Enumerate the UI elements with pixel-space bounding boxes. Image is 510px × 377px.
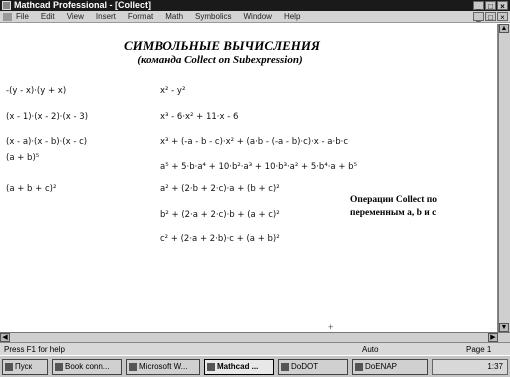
menu-insert[interactable]: Insert [96,11,116,22]
taskbar-item-dodot[interactable]: DoDOT [278,359,348,375]
menu-math[interactable]: Math [165,11,183,22]
title-bar: Mathcad Professional - [Collect] _ □ × [0,0,510,11]
expression-left-4[interactable]: (a + b)⁵ [6,153,39,163]
crosshair-cursor-icon: + [328,322,334,332]
clock: 1:37 [487,362,503,371]
expression-left-2[interactable]: (x - 1)·(x - 2)·(x - 3) [6,112,88,122]
maximize-button[interactable]: □ [485,1,496,11]
expression-left-5[interactable]: (a + b + c)² [6,184,56,194]
word-icon [129,363,137,371]
document-icon [355,363,363,371]
window-title: Mathcad Professional - [Collect] [14,0,152,10]
collect-note: Операции Collect по переменным a, b и c [350,195,437,218]
vertical-scrollbar[interactable]: ▲ ▼ [498,24,510,332]
menu-view[interactable]: View [67,11,84,22]
doc-restore-button[interactable]: □ [485,12,496,22]
expression-left-3[interactable]: (x - a)·(x - b)·(x - c) [6,137,87,147]
menu-symbolics[interactable]: Symbolics [195,11,231,22]
minimize-button[interactable]: _ [473,1,484,11]
window-controls: _ □ × [473,1,508,11]
status-bar: Press F1 for help Auto Page 1 [0,342,510,355]
expression-result-1[interactable]: x² - y² [160,86,185,96]
app-icon [2,1,11,10]
expression-result-7[interactable]: c² + (2·a + 2·b)·c + (a + b)² [160,234,280,244]
taskbar: Пуск Book conn... Microsoft W... Mathcad… [0,355,510,377]
worksheet-heading: СИМВОЛЬНЫЕ ВЫЧИСЛЕНИЯ [124,38,320,53]
taskbar-item-doenap[interactable]: DoENAP [352,359,428,375]
expression-result-5[interactable]: a² + (2·b + 2·c)·a + (b + c)² [160,184,280,194]
taskbar-item-book[interactable]: Book conn... [52,359,122,375]
worksheet[interactable]: СИМВОЛЬНЫЕ ВЫЧИСЛЕНИЯ (команда Collect o… [0,24,498,332]
expression-result-3[interactable]: x³ + (-a - b - c)·x² + (a·b - (-a - b)·c… [160,137,348,147]
menu-window[interactable]: Window [244,11,272,22]
scroll-right-icon[interactable]: ▶ [488,333,498,342]
horizontal-scrollbar[interactable]: ◀ ▶ [0,332,510,342]
menu-edit[interactable]: Edit [41,11,55,22]
expression-result-6[interactable]: b² + (2·a + 2·c)·b + (a + c)² [160,210,280,220]
menu-help[interactable]: Help [284,11,300,22]
taskbar-item-word[interactable]: Microsoft W... [126,359,200,375]
expression-result-4[interactable]: a⁵ + 5·b·a⁴ + 10·b²·a³ + 10·b³·a² + 5·b⁴… [160,162,357,172]
doc-minimize-button[interactable]: _ [473,12,484,22]
start-button[interactable]: Пуск [2,359,48,375]
taskbar-item-mathcad[interactable]: Mathcad ... [204,359,274,375]
taskbar-item-label: Mathcad ... [217,362,259,371]
document-icon [281,363,289,371]
expression-result-2[interactable]: x³ - 6·x² + 11·x - 6 [160,112,238,122]
expression-left-1[interactable]: -(y - x)·(y + x) [6,86,66,96]
windows-logo-icon [5,363,13,371]
scroll-down-icon[interactable]: ▼ [499,323,509,332]
taskbar-item-label: Microsoft W... [139,362,188,371]
taskbar-item-label: Book conn... [65,362,110,371]
menu-format[interactable]: Format [128,11,153,22]
mathcad-icon [207,363,215,371]
menu-file[interactable]: File [16,11,29,22]
folder-icon [55,363,63,371]
doc-close-button[interactable]: × [497,12,508,22]
start-label: Пуск [15,362,33,371]
scroll-up-icon[interactable]: ▲ [499,24,509,33]
scroll-left-icon[interactable]: ◀ [0,333,10,342]
taskbar-item-label: DoENAP [365,362,398,371]
document-controls: _ □ × [473,12,508,22]
menu-bar: File Edit View Insert Format Math Symbol… [0,11,510,23]
taskbar-item-label: DoDOT [291,362,319,371]
close-button[interactable]: × [497,1,508,11]
worksheet-subheading: (команда Collect on Subexpression) [137,54,303,66]
document-icon[interactable] [3,13,12,21]
system-tray: 1:37 [432,359,508,375]
